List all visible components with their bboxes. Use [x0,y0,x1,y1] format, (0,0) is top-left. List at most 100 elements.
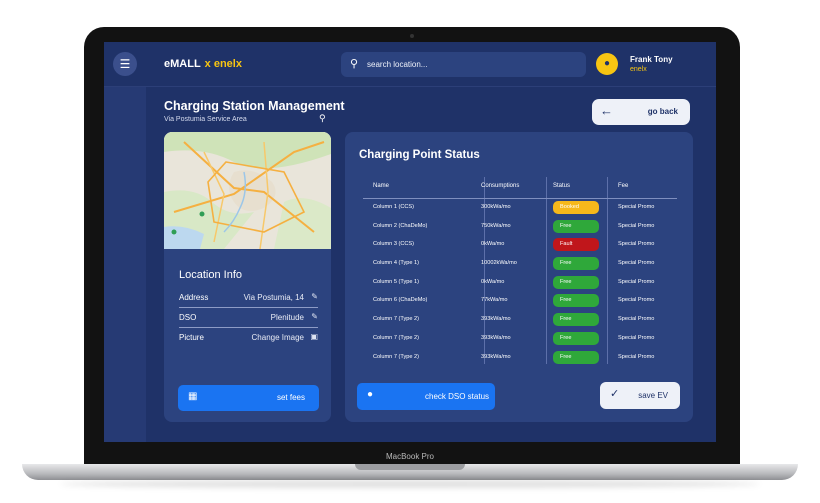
row-name: Column 6 (ChaDeMo) [373,297,428,304]
row-name: Column 2 (ChaDeMo) [373,222,428,229]
check-dso-button[interactable]: ● check DSO status [357,383,495,410]
map-view[interactable] [164,132,331,250]
charging-status-card: Charging Point Status Name Consumptions … [345,132,693,422]
laptop-shadow [60,480,760,488]
table-row[interactable]: Column 2 (ChaDeMo) 750kWa/mo Free Special P… [363,218,677,237]
status-badge: Free [553,331,599,345]
row-fee: Special Promo [618,334,655,341]
location-card: Location Info Address Via Postumia, 14 ✎… [164,132,331,422]
app-logo: eMALL x enelx [164,58,242,70]
row-name: Column 7 (Type 2) [373,316,420,323]
status-badge: Free [553,350,599,364]
table-row[interactable]: Column 7 (Type 2) 393kWa/mo Free Special Pr… [363,311,677,330]
user-name[interactable]: Frank Tony [630,55,673,64]
row-consumption: 393kWa/mo [481,353,511,360]
row-fee: Special Promo [618,241,655,248]
pin-icon: ⚲ [319,113,326,123]
charging-status-title: Charging Point Status [359,149,480,161]
address-value: Via Postumia, 14 [243,293,304,302]
row-consumption: 300kWa/mo [481,204,511,210]
row-name: Column 7 (Type 2) [373,353,420,360]
row-consumption: 750kWa/mo [481,222,511,229]
arrow-left-icon: ← [600,103,613,118]
row-fee: Special Promo [618,278,655,285]
dso-value: Plenitude [270,313,304,322]
row-consumption: 393kWa/mo [481,316,511,323]
row-fee: Special Promo [618,260,655,267]
table-row[interactable]: Column 6 (ChaDeMo) 77kWa/mo Free Special Pr… [363,292,677,311]
sidebar [104,87,146,442]
row-name: Column 7 (Type 2) [373,334,420,341]
address-label: Address [179,293,209,302]
pencil-icon[interactable]: ✎ [311,292,318,301]
row-fee: Special Promo [618,222,655,229]
status-badge: Booked [553,201,599,214]
table-row[interactable]: Column 3 (CCS) 0kWa/mo Fault Special Promo [363,236,677,255]
device-brand: MacBook Pro [385,452,435,461]
money-icon: ▦ [188,391,198,402]
page-subtitle: Via Postumia Service Area [164,116,247,123]
search-box[interactable]: ⚲ [341,52,586,77]
top-bar: ☰ eMALLx enelx ⚲ ● Frank Tony enelx [104,42,716,87]
logo-accent: x enelx [204,58,242,70]
save-ev-button[interactable]: ✓ save EV [600,382,680,409]
pencil-icon[interactable]: ✎ [311,312,318,321]
row-name: Column 3 (CCS) [373,241,415,248]
row-fee: Special Promo [618,204,655,210]
charging-table: Name Consumptions Status Fee Column 1 (C… [363,177,677,367]
save-ev-label: save EV [638,391,668,400]
table-row[interactable]: Column 7 (Type 2) 393kWa/mo Free Special Pr… [363,349,677,368]
table-row[interactable]: Column 4 (Type 1) 10002kWa/mo Free Special … [363,255,677,274]
search-icon: ⚲ [350,58,359,70]
change-image-link[interactable]: Change Image [252,333,304,342]
table-row[interactable]: Column 1 (CCS) 300kWa/mo Booked Special Pro… [363,199,677,218]
header-fee: Fee [618,183,629,189]
header-status: Status [553,183,571,189]
row-name: Column 1 (CCS) [373,204,415,210]
row-consumption: 10002kWa/mo [481,260,517,267]
picture-label: Picture [179,333,204,342]
row-name: Column 4 (Type 1) [373,260,420,267]
check-icon: ✓ [610,388,620,400]
location-info-title: Location Info [179,269,242,281]
table-row[interactable]: Column 5 (Type 1) 0kWa/mo Free Special Prom… [363,274,677,293]
logo-main: eMALL [164,58,201,70]
picture-row: Picture Change Image ▣ [179,330,318,348]
image-icon[interactable]: ▣ [310,332,318,341]
row-fee: Special Promo [618,297,655,304]
status-badge: Free [553,275,599,289]
check-dso-label: check DSO status [425,392,490,401]
row-consumption: 77kWa/mo [481,297,508,304]
dso-label: DSO [179,313,197,322]
map-graphic [164,132,331,250]
user-org: enelx [630,66,647,73]
row-consumption: 393kWa/mo [481,334,511,341]
row-fee: Special Promo [618,316,655,323]
bulb-icon: ● [367,389,374,400]
dso-row: DSO Plenitude ✎ [179,310,318,328]
header-name: Name [373,183,390,189]
set-fees-label: set fees [276,393,305,402]
status-badge: Free [553,294,599,308]
camera [410,34,414,38]
page-title: Charging Station Management [164,99,345,113]
set-fees-button[interactable]: ▦ set fees [178,385,319,411]
status-badge: Free [553,219,599,233]
address-row: Address Via Postumia, 14 ✎ [179,290,318,308]
search-input[interactable] [367,56,577,73]
app-screen: ☰ eMALLx enelx ⚲ ● Frank Tony enelx Char… [104,42,716,442]
status-badge: Fault [553,238,599,252]
bell-icon[interactable]: ● [596,53,618,75]
table-header: Name Consumptions Status Fee [363,177,677,199]
go-back-button[interactable]: ← go back [592,99,690,125]
row-fee: Special Promo [618,353,655,360]
status-badge: Free [553,313,599,327]
status-badge: Free [553,257,599,271]
row-consumption: 0kWa/mo [481,241,505,248]
go-back-label: go back [647,107,678,116]
row-consumption: 0kWa/mo [481,278,505,285]
table-body: Column 1 (CCS) 300kWa/mo Booked Special Pro… [363,199,677,367]
header-consumptions: Consumptions [481,183,520,189]
table-row[interactable]: Column 7 (Type 2) 393kWa/mo Free Special Pr… [363,330,677,349]
menu-icon[interactable]: ☰ [113,52,137,76]
